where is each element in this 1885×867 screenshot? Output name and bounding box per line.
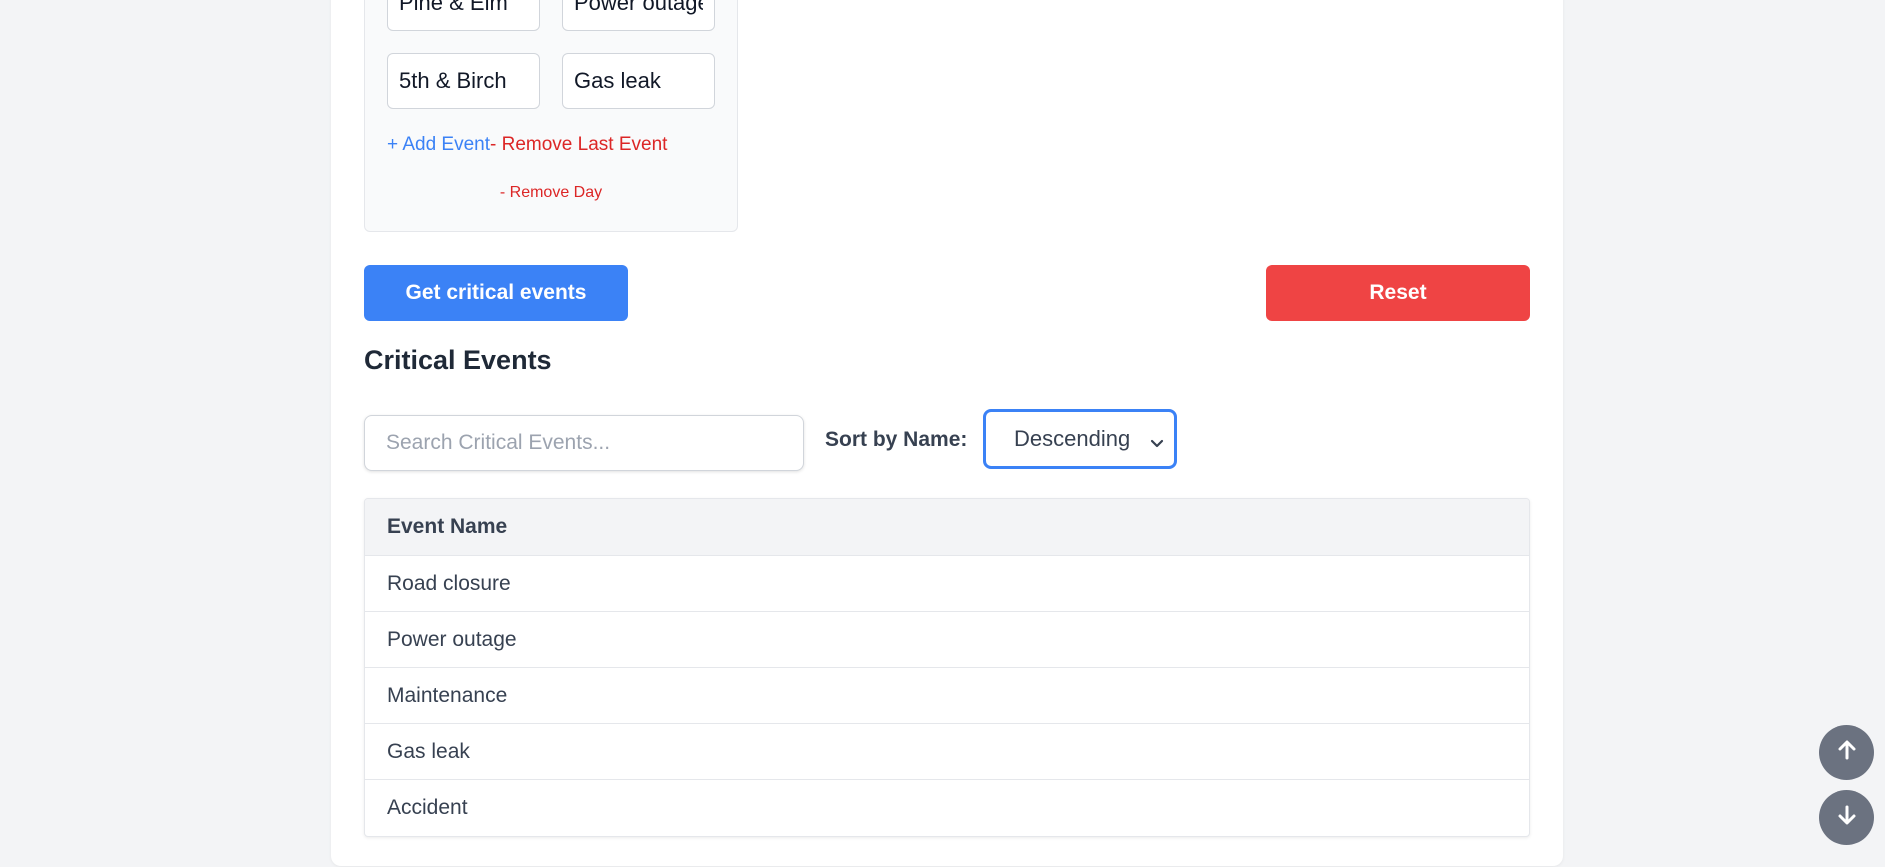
arrow-down-icon bbox=[1835, 803, 1859, 832]
get-critical-events-button[interactable]: Get critical events bbox=[364, 265, 628, 321]
event-name-input-2[interactable] bbox=[562, 53, 715, 109]
add-event-link[interactable]: + Add Event bbox=[387, 134, 490, 155]
table-row: Road closure bbox=[365, 556, 1529, 612]
table-row: Maintenance bbox=[365, 668, 1529, 724]
sort-order-select[interactable]: Descending bbox=[983, 409, 1177, 469]
table-row: Power outage bbox=[365, 612, 1529, 668]
table-header-event-name: Event Name bbox=[365, 499, 1529, 556]
scroll-up-button[interactable] bbox=[1819, 725, 1874, 780]
table-row: Accident bbox=[387, 796, 468, 819]
scroll-down-button[interactable] bbox=[1819, 790, 1874, 845]
event-links: + Add Event- Remove Last Event bbox=[387, 134, 667, 156]
arrow-up-icon bbox=[1835, 738, 1859, 767]
remove-day-link[interactable]: - Remove Day bbox=[364, 184, 738, 202]
search-critical-events-input[interactable] bbox=[364, 415, 804, 471]
chevron-down-icon bbox=[1150, 430, 1164, 456]
sort-order-value: Descending bbox=[1014, 426, 1131, 451]
event-location-input-2[interactable] bbox=[387, 53, 540, 109]
critical-events-title: Critical Events bbox=[364, 345, 552, 375]
table-row: Gas leak bbox=[365, 724, 1529, 780]
event-name-input-1[interactable] bbox=[562, 0, 715, 31]
remove-last-event-link[interactable]: - Remove Last Event bbox=[490, 134, 667, 155]
event-location-input-1[interactable] bbox=[387, 0, 540, 31]
sort-by-name-label: Sort by Name: bbox=[825, 428, 968, 451]
critical-events-table: Event Name Road closure Power outage Mai… bbox=[364, 498, 1530, 837]
reset-button[interactable]: Reset bbox=[1266, 265, 1530, 321]
